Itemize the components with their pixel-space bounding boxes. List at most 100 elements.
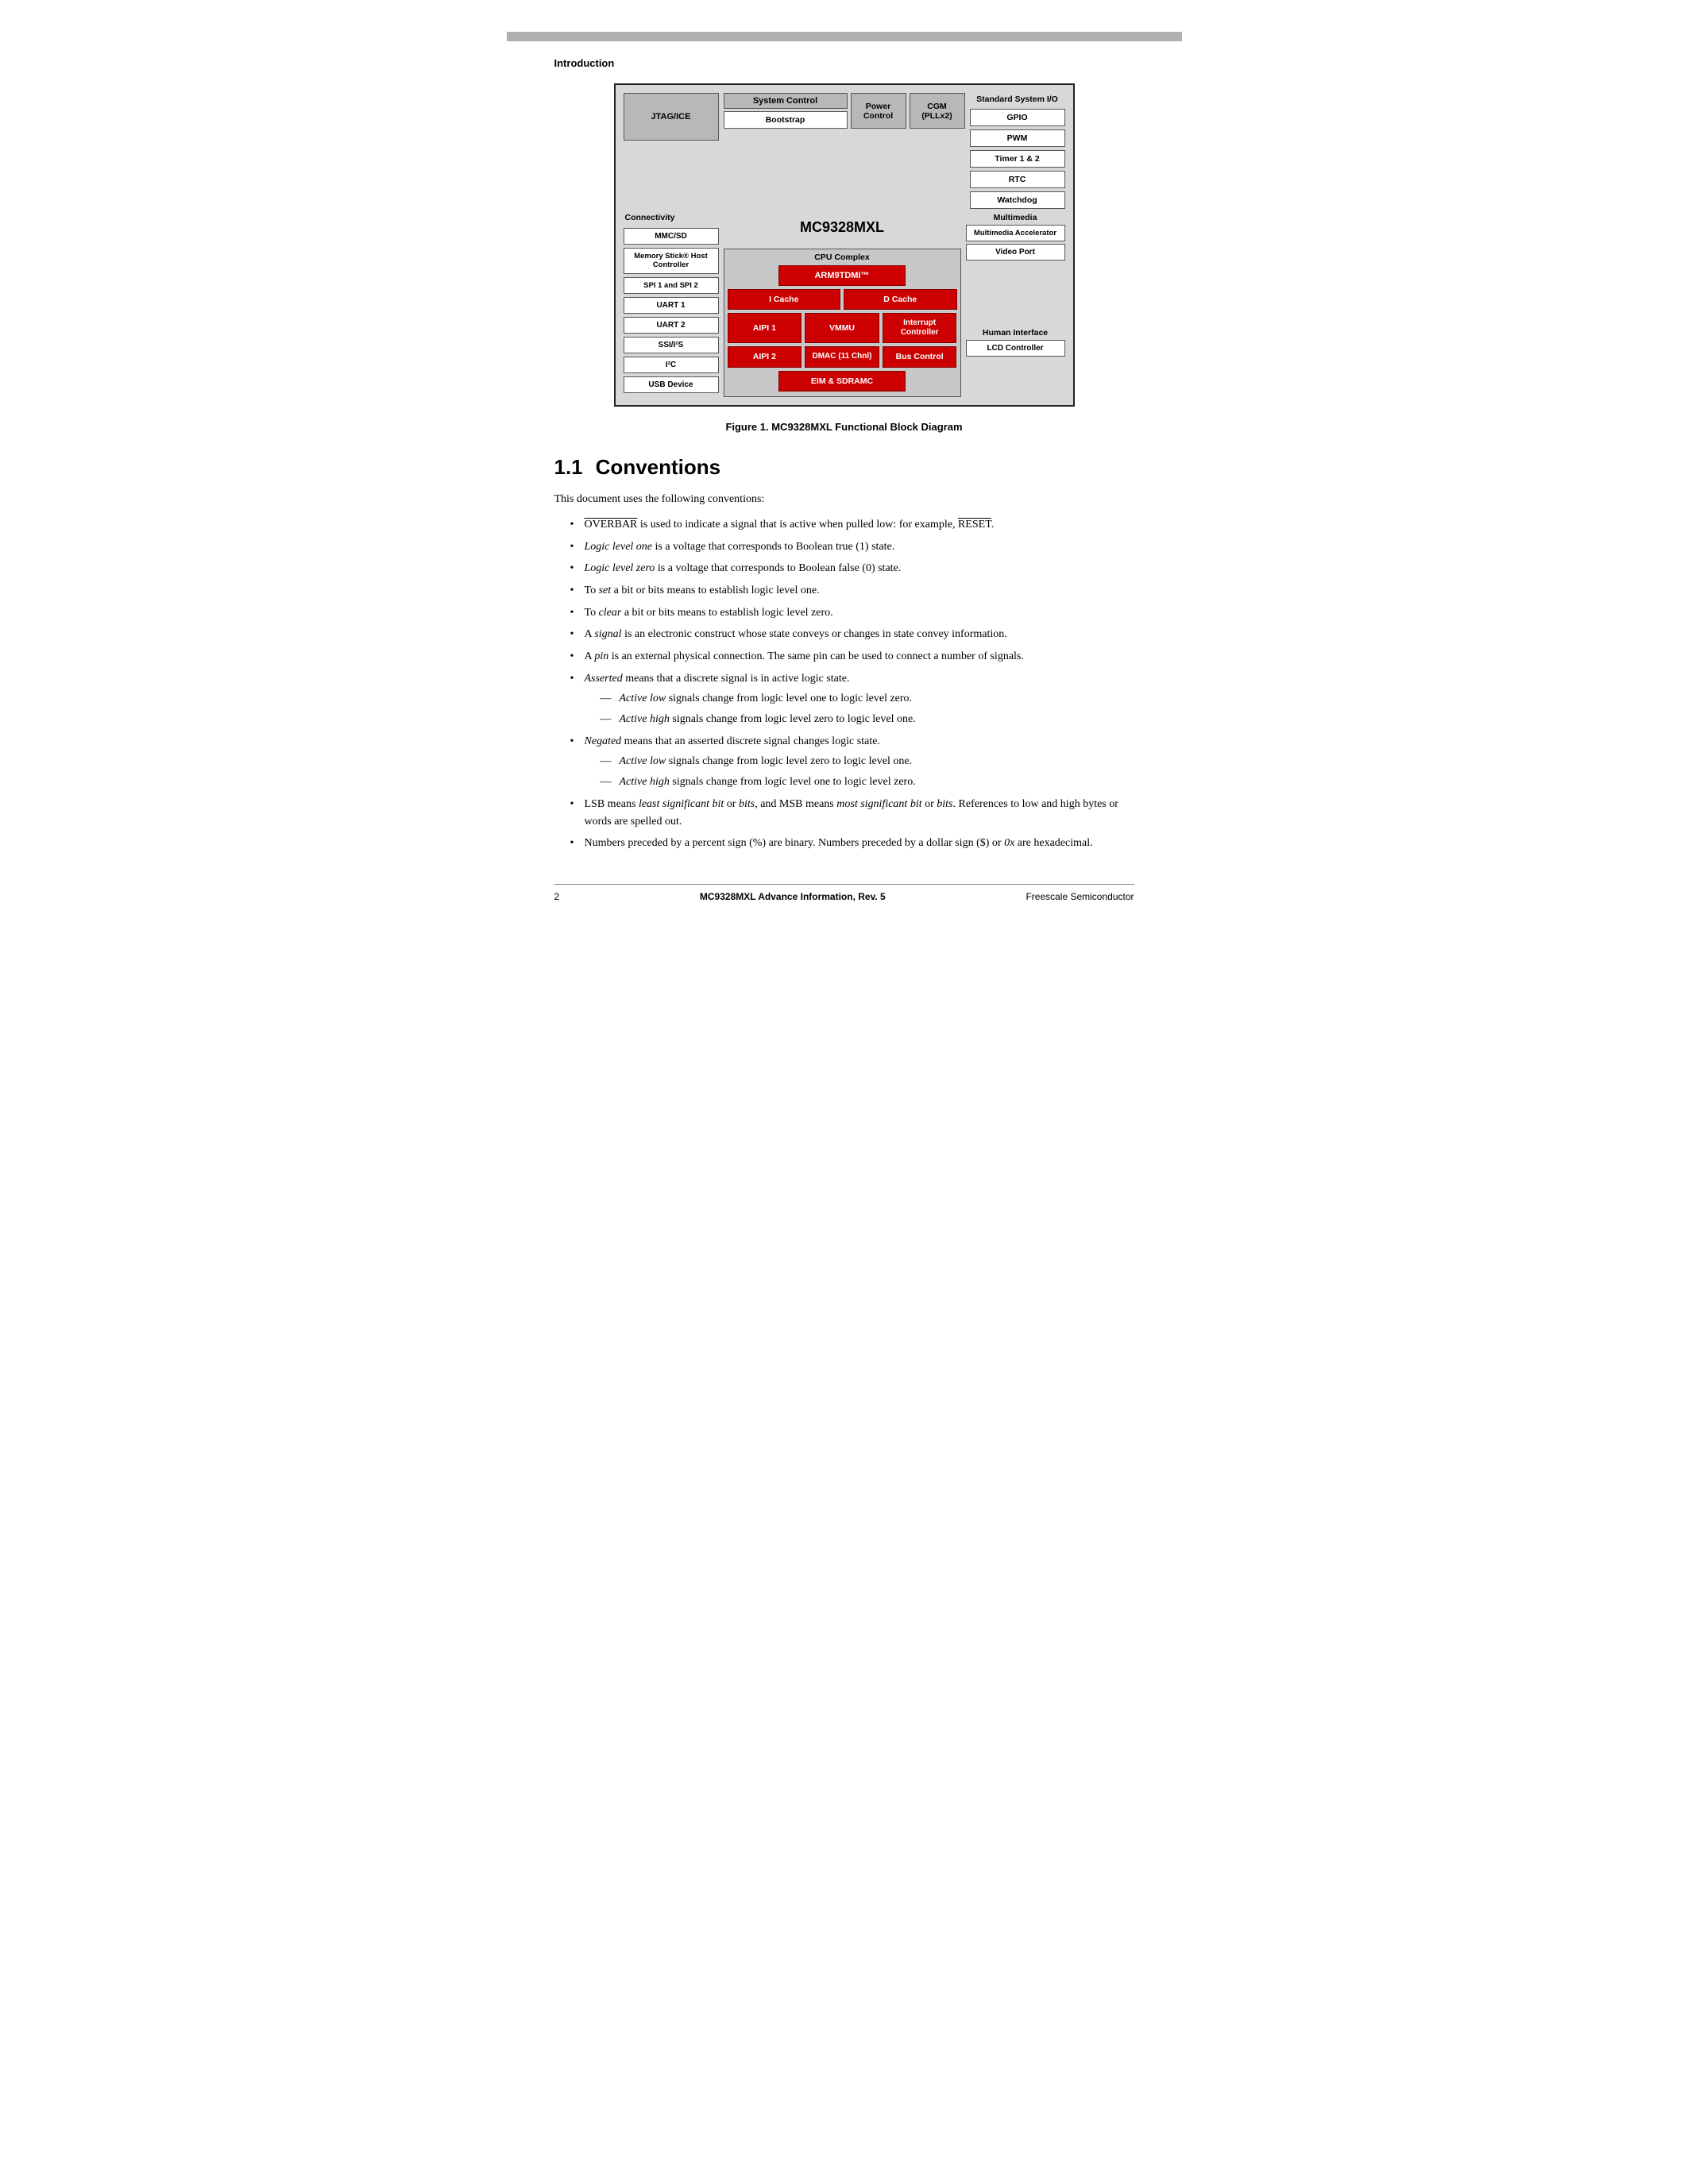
eim-sdramc-block: EIM & SDRAMC — [778, 371, 906, 392]
mmc-sd-block: MMC/SD — [624, 228, 719, 245]
i2c-block: I²C — [624, 357, 719, 373]
set-rest: a bit or bits means to establish logic l… — [611, 585, 819, 596]
asserted-sub-1: Active low signals change from logic lev… — [601, 690, 1134, 708]
list-item-lsb-msb: LSB means least significant bit or bits,… — [570, 796, 1134, 830]
list-item-set: To set a bit or bits means to establish … — [570, 582, 1134, 600]
section-label: Introduction — [554, 57, 1134, 69]
reset-overbar: RESET — [958, 519, 991, 531]
cpu-complex-box: CPU Complex ARM9TDMI™ I Cache D Cache — [724, 249, 961, 397]
list-item-clear: To clear a bit or bits means to establis… — [570, 604, 1134, 622]
usb-device-block: USB Device — [624, 376, 719, 393]
diagram-container: JTAG/ICE System Control Bootstrap Power … — [554, 83, 1134, 407]
human-interface-section: Human Interface LCD Controller — [966, 328, 1065, 357]
section-title: Conventions — [596, 455, 720, 479]
system-control-block: System Control — [724, 93, 848, 109]
lsb-prefix: LSB means — [585, 798, 639, 810]
lsb-italic2: bits — [739, 798, 755, 810]
overbar-desc: is used to indicate a signal that is act… — [637, 519, 958, 531]
pin-italic: pin — [594, 650, 608, 662]
power-control-block: Power Control — [851, 93, 906, 129]
active-low-2-italic: Active low — [620, 755, 666, 767]
active-high-1-rest: signals change from logic level zero to … — [670, 713, 916, 725]
jtag-block: JTAG/ICE — [624, 93, 719, 141]
cgm-block: CGM (PLLx2) — [910, 93, 965, 129]
active-high-1-italic: Active high — [620, 713, 670, 725]
asserted-rest: means that a discrete signal is in activ… — [623, 673, 850, 685]
spi-block: SPI 1 and SPI 2 — [624, 277, 719, 294]
human-interface-header: Human Interface — [966, 328, 1065, 338]
figure-caption: Figure 1. MC9328MXL Functional Block Dia… — [554, 421, 1134, 433]
logic-zero-italic: Logic level zero — [585, 562, 655, 574]
chip-name: MC9328MXL — [724, 219, 961, 236]
footer-page-number: 2 — [554, 891, 560, 902]
numbers-italic: 0x — [1004, 837, 1014, 849]
pin-rest: is an external physical connection. The … — [608, 650, 1024, 662]
footer: 2 MC9328MXL Advance Information, Rev. 5 … — [554, 884, 1134, 902]
asserted-sub-2: Active high signals change from logic le… — [601, 711, 1134, 728]
memory-stick-block: Memory Stick® Host Controller — [624, 248, 719, 274]
list-item-signal: A signal is an electronic construct whos… — [570, 626, 1134, 643]
video-port-block: Video Port — [966, 244, 1065, 260]
uart2-block: UART 2 — [624, 317, 719, 334]
numbers-rest: are hexadecimal. — [1014, 837, 1092, 849]
logic-zero-rest: is a voltage that corresponds to Boolean… — [655, 562, 901, 574]
active-high-2-italic: Active high — [620, 776, 670, 788]
interrupt-controller-block: Interrupt Controller — [883, 313, 957, 343]
footer-center-text: MC9328MXL Advance Information, Rev. 5 — [700, 891, 886, 902]
vmmu-block: VMMU — [805, 313, 879, 343]
lsb-mid1: or — [724, 798, 739, 810]
list-item-logic-one: Logic level one is a voltage that corres… — [570, 538, 1134, 556]
bootstrap-block: Bootstrap — [724, 111, 848, 129]
numbers-text: Numbers preceded by a percent sign (%) a… — [585, 837, 1005, 849]
list-item-negated: Negated means that an asserted discrete … — [570, 733, 1134, 791]
clear-rest: a bit or bits means to establish logic l… — [621, 607, 832, 619]
msb-mid: or — [922, 798, 937, 810]
negated-sub-2: Active high signals change from logic le… — [601, 774, 1134, 791]
list-item-asserted: Asserted means that a discrete signal is… — [570, 670, 1134, 728]
signal-prefix: A — [585, 628, 595, 640]
list-item-pin: A pin is an external physical connection… — [570, 648, 1134, 666]
footer-right-text: Freescale Semiconductor — [1026, 891, 1134, 902]
top-bar — [507, 32, 1182, 41]
conventions-list: OVERBAR is used to indicate a signal tha… — [554, 516, 1134, 852]
multimedia-accel-block: Multimedia Accelerator — [966, 225, 1065, 241]
negated-sub-list: Active low signals change from logic lev… — [585, 753, 1134, 790]
signal-italic: signal — [594, 628, 621, 640]
standard-sysio-header: Standard System I/O — [970, 93, 1065, 106]
signal-rest: is an electronic construct whose state c… — [622, 628, 1007, 640]
rtc-block: RTC — [970, 171, 1065, 188]
list-item-overbar: OVERBAR is used to indicate a signal tha… — [570, 516, 1134, 534]
conventions-intro: This document uses the following convent… — [554, 491, 1134, 508]
pwm-block: PWM — [970, 129, 1065, 147]
uart1-block: UART 1 — [624, 297, 719, 314]
lsb-mid2: , and MSB means — [755, 798, 836, 810]
multimedia-header: Multimedia — [966, 213, 1065, 222]
clear-italic: clear — [599, 607, 622, 619]
active-low-1-italic: Active low — [620, 693, 666, 704]
set-prefix: To — [585, 585, 599, 596]
ssm-block: SSI/I²S — [624, 337, 719, 353]
arm9-block: ARM9TDMI™ — [778, 265, 906, 286]
list-item-numbers: Numbers preceded by a percent sign (%) a… — [570, 835, 1134, 852]
gpio-block: GPIO — [970, 109, 1065, 126]
lsb-italic1: least significant bit — [639, 798, 724, 810]
bus-control-block: Bus Control — [883, 346, 957, 368]
asserted-italic: Asserted — [585, 673, 623, 685]
watchdog-block: Watchdog — [970, 191, 1065, 209]
connectivity-header: Connectivity — [624, 213, 719, 222]
active-low-1-rest: signals change from logic level one to l… — [666, 693, 912, 704]
multimedia-section: Multimedia Multimedia Accelerator Video … — [966, 213, 1065, 260]
full-diagram: JTAG/ICE System Control Bootstrap Power … — [624, 93, 1065, 397]
aipi2-block: AIPI 2 — [728, 346, 802, 368]
cpu-complex-title: CPU Complex — [728, 253, 957, 262]
section-heading: 1.1Conventions — [554, 455, 1134, 480]
dmac-block: DMAC (11 Chnl) — [805, 346, 879, 368]
aipi1-block: AIPI 1 — [728, 313, 802, 343]
asserted-sub-list: Active low signals change from logic lev… — [585, 690, 1134, 727]
dcache-block: D Cache — [844, 289, 957, 310]
active-low-2-rest: signals change from logic level zero to … — [666, 755, 912, 767]
active-high-2-rest: signals change from logic level one to l… — [670, 776, 916, 788]
logic-one-rest: is a voltage that corresponds to Boolean… — [652, 541, 894, 553]
negated-italic: Negated — [585, 735, 622, 747]
icache-block: I Cache — [728, 289, 841, 310]
